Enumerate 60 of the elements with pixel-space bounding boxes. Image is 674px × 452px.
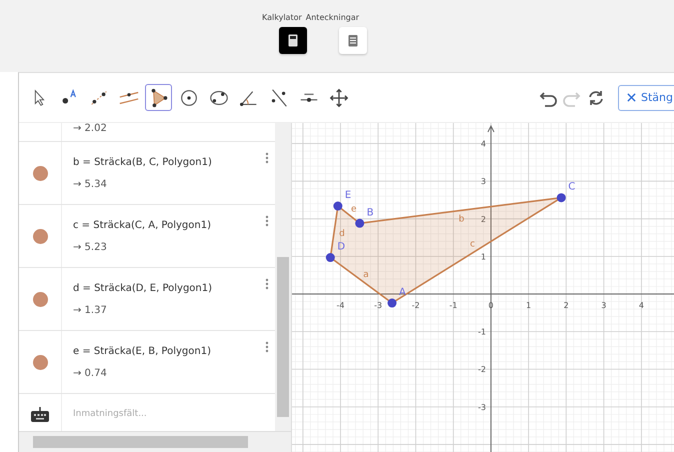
- keyboard-icon[interactable]: [31, 406, 49, 422]
- segment-label: b: [458, 214, 464, 224]
- polygon-tool[interactable]: [145, 84, 172, 111]
- visibility-dot[interactable]: [32, 354, 48, 370]
- calculator-tab[interactable]: [279, 27, 307, 54]
- calculator-icon: [288, 34, 298, 47]
- visibility-dot[interactable]: [32, 228, 48, 244]
- segment-value: → 0.74: [73, 368, 107, 378]
- point: [333, 202, 342, 211]
- point: [355, 218, 364, 228]
- segment-label: d: [339, 228, 345, 239]
- y-tick-label: -3: [478, 402, 486, 412]
- segment-value: → 5.23: [73, 242, 107, 252]
- y-tick-label: 4: [480, 140, 486, 149]
- x-tick-label: 2: [564, 301, 569, 310]
- segment-label: a: [363, 270, 369, 280]
- y-tick-label: 2: [480, 214, 486, 224]
- x-tick-label: -1: [449, 301, 458, 310]
- y-tick-label: 3: [480, 177, 486, 186]
- horizontal-scrollbar[interactable]: [19, 431, 291, 452]
- view-label: Anteckningar: [306, 13, 360, 22]
- y-tick-label: 1: [480, 252, 486, 262]
- x-tick-label: -4: [336, 301, 344, 310]
- segment-definition: d = Sträcka(D, E, Polygon1): [73, 282, 212, 294]
- visibility-dot[interactable]: [32, 292, 48, 306]
- point: [326, 253, 335, 262]
- close-icon: [627, 93, 636, 102]
- segment-value: → 1.37: [73, 304, 107, 316]
- x-tick-label: 4: [638, 301, 644, 310]
- vertical-scrollbar[interactable]: [275, 123, 291, 431]
- segment-label: e: [351, 204, 357, 214]
- more-icon[interactable]: [265, 341, 269, 353]
- x-tick-label: 3: [601, 301, 606, 310]
- x-tick-label: 1: [526, 301, 532, 310]
- point-label: E: [344, 190, 352, 201]
- notes-tab[interactable]: [339, 27, 367, 54]
- y-tick-label: -1: [478, 328, 486, 337]
- notepad-icon: [348, 34, 358, 47]
- visibility-dot[interactable]: [32, 166, 48, 180]
- point-label: B: [366, 207, 374, 218]
- segment-definition: e = Sträcka(E, B, Polygon1): [73, 346, 211, 356]
- segment-definition: c = Sträcka(C, A, Polygon1): [73, 220, 211, 230]
- more-icon[interactable]: [265, 152, 269, 164]
- point: [556, 193, 566, 202]
- point: [388, 298, 397, 308]
- x-tick-label: -2: [412, 301, 420, 310]
- y-tick-label: -2: [478, 365, 486, 374]
- x-tick-label: -3: [374, 301, 382, 310]
- more-icon[interactable]: [265, 215, 269, 227]
- segment-definition: b = Sträcka(B, C, Polygon1): [73, 156, 212, 168]
- pan-icon: [328, 86, 350, 108]
- segment-value: → 2.02: [73, 123, 107, 134]
- point-label: C: [568, 182, 576, 193]
- point-label: D: [337, 242, 346, 253]
- input-field[interactable]: Inmatningsfält...: [62, 394, 275, 431]
- segment-label: c: [470, 240, 475, 250]
- more-icon[interactable]: [265, 278, 269, 290]
- close-button[interactable]: Stäng: [618, 84, 674, 110]
- view-label: Kalkylator: [262, 13, 302, 22]
- segment-value: → 5.34: [73, 178, 107, 190]
